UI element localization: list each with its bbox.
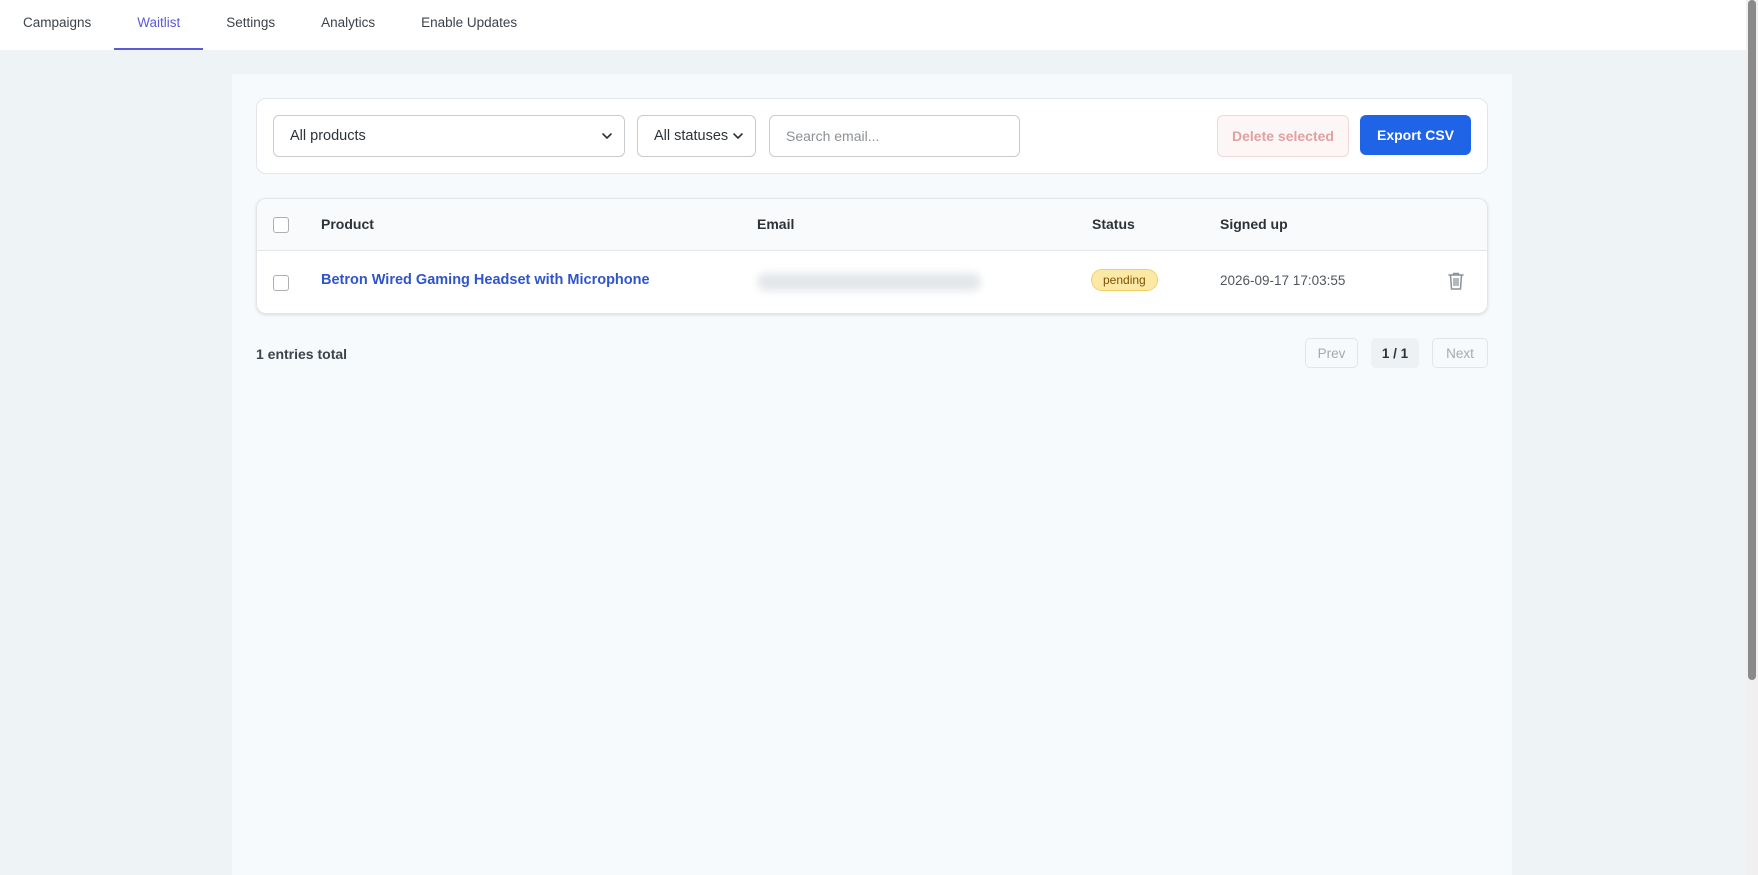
next-page-button[interactable]: Next xyxy=(1432,338,1488,368)
tab-label: Campaigns xyxy=(23,14,92,30)
vertical-scrollbar[interactable] xyxy=(1746,0,1758,875)
export-csv-button[interactable]: Export CSV xyxy=(1360,115,1471,155)
header-product: Product xyxy=(321,216,374,232)
tab-label: Settings xyxy=(226,14,276,30)
delete-selected-button[interactable]: Delete selected xyxy=(1217,115,1349,157)
tab-label: Analytics xyxy=(321,14,376,30)
status-badge: pending xyxy=(1091,269,1158,291)
tab-waitlist[interactable]: Waitlist xyxy=(114,0,204,50)
tab-analytics[interactable]: Analytics xyxy=(298,0,398,50)
email-redacted xyxy=(751,265,987,299)
tab-settings[interactable]: Settings xyxy=(203,0,298,50)
trash-icon[interactable] xyxy=(1447,271,1465,291)
header-email: Email xyxy=(757,216,795,232)
tab-enable-updates[interactable]: Enable Updates xyxy=(398,0,540,50)
scrollbar-thumb[interactable] xyxy=(1748,0,1756,680)
select-all-checkbox[interactable] xyxy=(273,217,289,233)
top-nav: Campaigns Waitlist Settings Analytics En… xyxy=(0,0,1746,50)
signup-date: 2026-09-17 17:03:55 xyxy=(1220,273,1346,288)
tab-campaigns[interactable]: Campaigns xyxy=(0,0,114,50)
search-email-input[interactable] xyxy=(769,115,1020,157)
row-checkbox[interactable] xyxy=(273,275,289,291)
chevron-down-icon xyxy=(602,133,612,139)
tab-label: Waitlist xyxy=(137,14,181,30)
waitlist-table: Product Email Status Signed up Betron Wi… xyxy=(256,198,1488,314)
filter-bar: All products All statuses Delete selecte… xyxy=(256,98,1488,174)
chevron-down-icon xyxy=(733,133,743,139)
product-filter-value: All products xyxy=(290,128,366,144)
table-row: Betron Wired Gaming Headset with Microph… xyxy=(257,251,1487,313)
waitlist-panel: All products All statuses Delete selecte… xyxy=(232,74,1512,875)
header-status: Status xyxy=(1092,216,1135,232)
header-signed-up: Signed up xyxy=(1220,216,1288,232)
entries-total: 1 entries total xyxy=(256,346,348,362)
tab-label: Enable Updates xyxy=(421,14,518,30)
status-filter-select[interactable]: All statuses xyxy=(637,115,756,157)
table-header: Product Email Status Signed up xyxy=(257,199,1487,251)
status-filter-value: All statuses xyxy=(654,128,729,144)
product-link[interactable]: Betron Wired Gaming Headset with Microph… xyxy=(321,272,650,288)
prev-page-button[interactable]: Prev xyxy=(1305,338,1358,368)
page-indicator: 1 / 1 xyxy=(1371,338,1419,368)
product-filter-select[interactable]: All products xyxy=(273,115,625,157)
